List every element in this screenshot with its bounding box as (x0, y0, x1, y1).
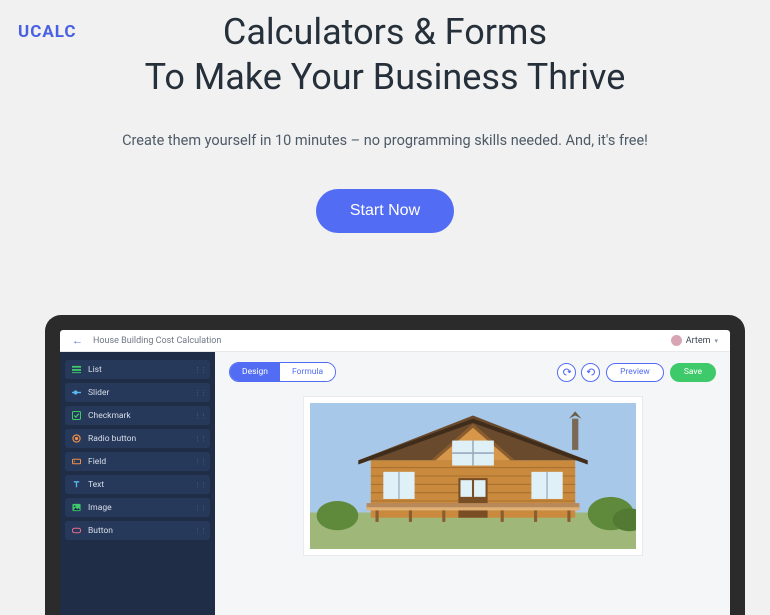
sidebar-item-label: List (88, 365, 102, 375)
drag-grip-icon: ⋮⋮ (194, 458, 206, 466)
preview-button[interactable]: Preview (606, 363, 664, 382)
drag-grip-icon: ⋮⋮ (194, 366, 206, 374)
radio-icon (72, 434, 81, 443)
sidebar-item-radio[interactable]: Radio button ⋮⋮ (65, 429, 210, 448)
field-icon (72, 457, 81, 466)
form-canvas[interactable] (303, 396, 643, 556)
button-icon (72, 526, 81, 535)
hero-title: Calculators & Forms To Make Your Busines… (0, 10, 770, 100)
sidebar-item-label: Radio button (88, 434, 136, 444)
start-now-button[interactable]: Start Now (316, 189, 454, 233)
sidebar-item-label: Button (88, 526, 113, 536)
sidebar-item-image[interactable]: Image ⋮⋮ (65, 498, 210, 517)
checkmark-icon (72, 411, 81, 420)
save-button[interactable]: Save (670, 363, 716, 382)
editor-toolbar: Design Formula Preview Save (229, 362, 716, 382)
drag-grip-icon: ⋮⋮ (194, 412, 206, 420)
sidebar-item-slider[interactable]: Slider ⋮⋮ (65, 383, 210, 402)
undo-icon (562, 367, 572, 377)
avatar[interactable] (671, 335, 682, 346)
sidebar-item-label: Field (88, 457, 106, 467)
user-name-label[interactable]: Artem (686, 336, 711, 346)
back-arrow-icon[interactable]: ← (72, 334, 83, 347)
sidebar-item-label: Checkmark (88, 411, 131, 421)
drag-grip-icon: ⋮⋮ (194, 481, 206, 489)
brand-logo[interactable]: uCalc (18, 22, 77, 42)
redo-button[interactable] (581, 363, 600, 382)
hero-title-line2: To Make Your Business Thrive (145, 56, 626, 98)
tab-design[interactable]: Design (230, 363, 280, 381)
breadcrumb[interactable]: House Building Cost Calculation (93, 336, 671, 346)
workspace: List ⋮⋮ Slider ⋮⋮ Checkmark ⋮⋮ Radio but… (60, 352, 730, 615)
app-topbar: ← House Building Cost Calculation Artem … (60, 330, 730, 352)
drag-grip-icon: ⋮⋮ (194, 527, 206, 535)
hero-subtitle: Create them yourself in 10 minutes – no … (0, 132, 770, 149)
drag-grip-icon: ⋮⋮ (194, 504, 206, 512)
sidebar-item-checkmark[interactable]: Checkmark ⋮⋮ (65, 406, 210, 425)
house-image (310, 403, 636, 549)
sidebar-item-button[interactable]: Button ⋮⋮ (65, 521, 210, 540)
hero-title-line1: Calculators & Forms (223, 11, 547, 53)
sidebar-item-text[interactable]: Text ⋮⋮ (65, 475, 210, 494)
redo-icon (586, 367, 596, 377)
image-icon (72, 503, 81, 512)
undo-button[interactable] (557, 363, 576, 382)
mode-tabs: Design Formula (229, 362, 336, 382)
chevron-down-icon[interactable]: ▾ (714, 337, 718, 345)
sidebar-item-field[interactable]: Field ⋮⋮ (65, 452, 210, 471)
sidebar-item-label: Image (88, 503, 112, 513)
hero: Calculators & Forms To Make Your Busines… (0, 0, 770, 233)
editor-main: Design Formula Preview Save (215, 352, 730, 615)
text-icon (72, 480, 81, 489)
sidebar-item-label: Text (88, 480, 104, 490)
drag-grip-icon: ⋮⋮ (194, 389, 206, 397)
tab-formula[interactable]: Formula (280, 363, 335, 381)
app-screen: ← House Building Cost Calculation Artem … (60, 330, 730, 615)
list-icon (72, 365, 81, 374)
laptop-frame: ← House Building Cost Calculation Artem … (45, 315, 745, 615)
drag-grip-icon: ⋮⋮ (194, 435, 206, 443)
sidebar-item-label: Slider (88, 388, 109, 398)
element-palette: List ⋮⋮ Slider ⋮⋮ Checkmark ⋮⋮ Radio but… (60, 352, 215, 615)
slider-icon (72, 388, 81, 397)
sidebar-item-list[interactable]: List ⋮⋮ (65, 360, 210, 379)
